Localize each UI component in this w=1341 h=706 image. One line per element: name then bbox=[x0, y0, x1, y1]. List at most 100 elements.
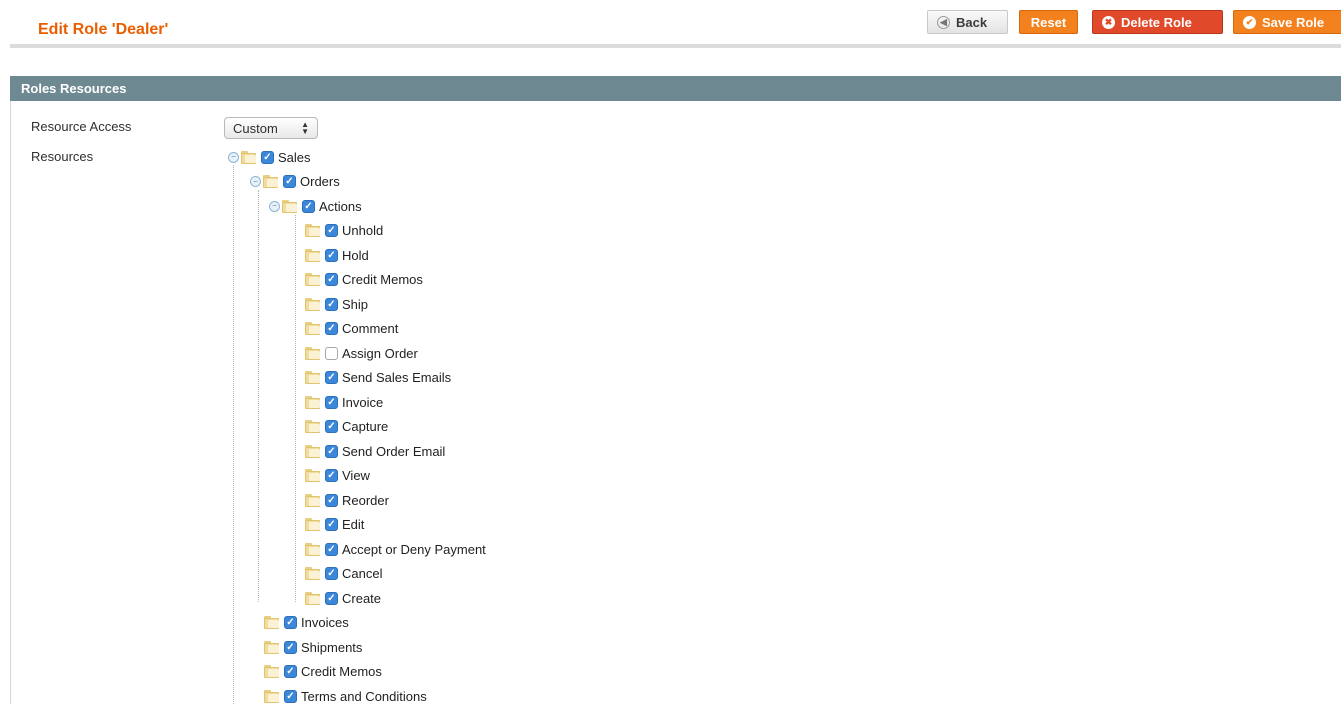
permission-checkbox[interactable]: ✓ bbox=[284, 640, 297, 654]
reset-button[interactable]: Reset bbox=[1019, 10, 1078, 34]
folder-icon bbox=[305, 371, 322, 384]
folder-icon bbox=[305, 224, 322, 237]
section-header: Roles Resources bbox=[10, 76, 1341, 101]
tree-node-shipments[interactable]: ✓ Shipments bbox=[264, 637, 362, 657]
header-divider bbox=[10, 44, 1341, 48]
tree-node-actions[interactable]: − ✓ Actions bbox=[269, 196, 362, 216]
collapse-toggle-icon[interactable]: − bbox=[228, 151, 239, 163]
folder-icon bbox=[305, 469, 322, 482]
permission-checkbox[interactable]: ✓ bbox=[284, 689, 297, 703]
tree-node-invoices[interactable]: ✓ Invoices bbox=[264, 613, 349, 633]
folder-icon bbox=[305, 420, 322, 433]
tree-connector-line bbox=[295, 215, 296, 602]
folder-icon bbox=[305, 273, 322, 286]
tree-node-label: Send Order Email bbox=[342, 443, 446, 459]
tree-node-label: Credit Memos bbox=[301, 664, 382, 679]
folder-icon bbox=[305, 591, 322, 605]
permission-checkbox[interactable]: ✓ bbox=[325, 444, 338, 458]
tree-node-comment[interactable]: ✓ Comment bbox=[305, 319, 398, 339]
folder-icon bbox=[264, 665, 281, 678]
permission-checkbox[interactable]: ✓ bbox=[325, 224, 338, 237]
collapse-toggle-icon[interactable]: − bbox=[250, 176, 261, 187]
tree-node-credit-memos[interactable]: ✓ Credit Memos bbox=[305, 270, 423, 290]
tree-node-label: Comment bbox=[342, 321, 399, 336]
permission-checkbox[interactable]: ✓ bbox=[325, 297, 338, 311]
back-button-label: Back bbox=[956, 14, 988, 30]
tree-node-cancel[interactable]: ✓ Cancel bbox=[305, 564, 382, 584]
permission-checkbox[interactable]: ✓ bbox=[284, 665, 297, 678]
tree-node-label: Invoices bbox=[301, 615, 349, 630]
tree-node-label: Actions bbox=[319, 198, 362, 214]
tree-node-edit[interactable]: ✓ Edit bbox=[305, 515, 364, 535]
tree-node-label: Cancel bbox=[342, 566, 383, 581]
tree-node-label: Shipments bbox=[301, 639, 363, 655]
permission-checkbox[interactable]: ✓ bbox=[325, 371, 338, 384]
tree-node-terms-and-conditions[interactable]: ✓ Terms and Conditions bbox=[264, 686, 427, 706]
permission-checkbox[interactable]: ✓ bbox=[325, 420, 338, 433]
folder-icon bbox=[305, 444, 322, 458]
tree-node-accept-or-deny-payment[interactable]: ✓ Accept or Deny Payment bbox=[305, 539, 486, 559]
delete-role-button[interactable]: ✖ Delete Role bbox=[1092, 10, 1223, 34]
resource-access-select[interactable]: Custom ▲ ▼ bbox=[224, 117, 318, 139]
permission-checkbox[interactable]: ✓ bbox=[283, 175, 296, 188]
folder-icon bbox=[305, 297, 322, 311]
permission-checkbox[interactable]: ✓ bbox=[325, 542, 338, 556]
tree-node-label: Create bbox=[342, 590, 382, 606]
tree-node-hold[interactable]: ✓ Hold bbox=[305, 245, 369, 265]
resource-access-value: Custom bbox=[233, 120, 278, 136]
tree-node-ship[interactable]: ✓ Ship bbox=[305, 294, 368, 314]
permission-checkbox[interactable]: ✓ bbox=[284, 616, 297, 629]
tree-node-label: Reorder bbox=[342, 492, 389, 508]
tree-node-create[interactable]: ✓ Create bbox=[305, 588, 381, 608]
folder-icon bbox=[241, 150, 258, 164]
tree-node-reorder[interactable]: ✓ Reorder bbox=[305, 490, 389, 510]
tree-node-label: Orders bbox=[300, 174, 340, 189]
permission-checkbox[interactable]: ✓ bbox=[325, 518, 338, 531]
tree-connector-line bbox=[258, 190, 259, 602]
permission-checkbox[interactable]: ✓ bbox=[325, 248, 338, 262]
tree-node-orders[interactable]: − ✓ Orders bbox=[250, 172, 340, 192]
permission-checkbox[interactable]: ✓ bbox=[325, 322, 338, 335]
permission-checkbox[interactable]: ✓ bbox=[261, 150, 274, 164]
folder-icon bbox=[305, 493, 322, 507]
delete-role-button-label: Delete Role bbox=[1121, 14, 1192, 30]
resource-access-label: Resource Access bbox=[31, 119, 132, 134]
tree-node-unhold[interactable]: ✓ Unhold bbox=[305, 221, 383, 241]
tree-node-label: Hold bbox=[342, 247, 369, 263]
folder-icon bbox=[282, 199, 299, 213]
tree-node-assign-order[interactable]: Assign Order bbox=[305, 343, 418, 363]
folder-icon bbox=[264, 616, 281, 629]
tree-node-send-sales-emails[interactable]: ✓ Send Sales Emails bbox=[305, 368, 451, 388]
tree-node-label: Assign Order bbox=[342, 345, 418, 361]
folder-icon bbox=[264, 640, 281, 654]
folder-icon bbox=[305, 542, 322, 556]
permission-checkbox[interactable]: ✓ bbox=[325, 469, 338, 482]
checkmark-icon: ✔ bbox=[1243, 15, 1256, 29]
permission-checkbox[interactable]: ✓ bbox=[325, 395, 338, 409]
tree-node-credit-memos[interactable]: ✓ Credit Memos bbox=[264, 662, 382, 682]
folder-icon bbox=[263, 175, 280, 188]
folder-icon bbox=[305, 395, 322, 409]
delete-icon: ✖ bbox=[1102, 15, 1115, 29]
tree-node-label: Invoice bbox=[342, 394, 384, 410]
folder-icon bbox=[305, 567, 322, 580]
tree-node-send-order-email[interactable]: ✓ Send Order Email bbox=[305, 441, 445, 461]
section-body bbox=[10, 101, 1341, 704]
permission-checkbox[interactable]: ✓ bbox=[325, 493, 338, 507]
tree-node-label: Sales bbox=[278, 149, 311, 165]
tree-node-label: Edit bbox=[342, 517, 365, 532]
collapse-toggle-icon[interactable]: − bbox=[269, 200, 280, 212]
permission-checkbox[interactable]: ✓ bbox=[325, 273, 338, 286]
page-title: Edit Role 'Dealer' bbox=[38, 21, 169, 38]
tree-node-view[interactable]: ✓ View bbox=[305, 466, 370, 486]
permission-checkbox[interactable] bbox=[325, 346, 338, 360]
save-role-button[interactable]: ✔ Save Role bbox=[1233, 10, 1341, 34]
permission-checkbox[interactable]: ✓ bbox=[325, 567, 338, 580]
tree-node-invoice[interactable]: ✓ Invoice bbox=[305, 392, 383, 412]
folder-icon bbox=[305, 248, 322, 262]
back-button[interactable]: ◀ Back bbox=[927, 10, 1008, 34]
tree-node-capture[interactable]: ✓ Capture bbox=[305, 417, 388, 437]
permission-checkbox[interactable]: ✓ bbox=[302, 199, 315, 213]
permission-checkbox[interactable]: ✓ bbox=[325, 591, 338, 605]
tree-node-sales[interactable]: − ✓ Sales bbox=[228, 147, 311, 167]
